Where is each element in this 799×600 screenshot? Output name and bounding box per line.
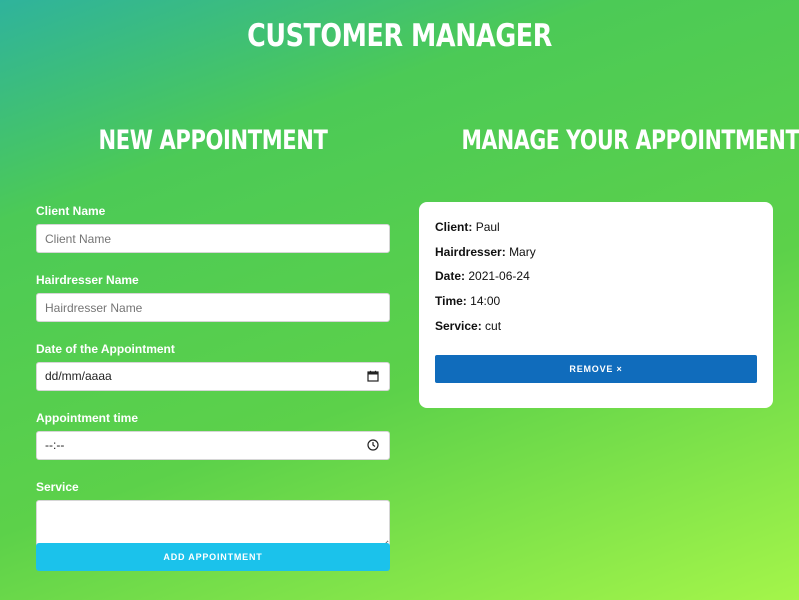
time-group: Appointment time --:-- [36, 411, 390, 460]
appointment-client: Client: Paul [435, 220, 757, 234]
calendar-icon[interactable] [367, 370, 379, 382]
new-appointment-title: NEW APPOINTMENT [98, 125, 328, 156]
appointment-card: Client: Paul Hairdresser: Mary Date: 202… [419, 202, 773, 408]
add-appointment-button[interactable]: ADD APPOINTMENT [36, 543, 390, 571]
time-input[interactable]: --:-- [36, 431, 390, 460]
time-label: Appointment time [36, 411, 138, 425]
appointment-time-label: Time: [435, 294, 467, 309]
client-name-group: Client Name [36, 204, 390, 253]
client-name-input[interactable] [36, 224, 390, 253]
client-name-label: Client Name [36, 204, 106, 218]
appointment-client-value: Paul [475, 220, 500, 234]
appointment-service-value: cut [485, 318, 502, 333]
manage-appointments-title: MANAGE YOUR APPOINTMENTS [461, 125, 799, 156]
appointment-hairdresser: Hairdresser: Mary [435, 245, 757, 259]
appointment-hairdresser-label: Hairdresser: [435, 244, 506, 259]
appointment-date-value: 2021-06-24 [468, 269, 530, 284]
date-label: Date of the Appointment [36, 342, 175, 356]
appointment-client-label: Client: [435, 220, 473, 234]
service-group: Service [36, 480, 390, 550]
appointment-service-label: Service: [435, 318, 482, 333]
date-group: Date of the Appointment dd/mm/aaaa [36, 342, 390, 391]
appointment-service: Service: cut [435, 319, 757, 333]
appointment-date-label: Date: [435, 269, 466, 284]
hairdresser-name-label: Hairdresser Name [36, 273, 139, 287]
app-title: CUSTOMER MANAGER [247, 18, 552, 54]
date-input[interactable]: dd/mm/aaaa [36, 362, 390, 391]
hairdresser-name-input[interactable] [36, 293, 390, 322]
appointment-time-value: 14:00 [470, 294, 501, 309]
remove-appointment-button[interactable]: REMOVE × [435, 355, 757, 383]
time-input-value: --:-- [45, 438, 65, 452]
appointment-date: Date: 2021-06-24 [435, 269, 757, 283]
service-label: Service [36, 480, 79, 494]
appointment-hairdresser-value: Mary [509, 244, 536, 259]
date-input-value: dd/mm/aaaa [45, 369, 112, 383]
hairdresser-name-group: Hairdresser Name [36, 273, 390, 322]
appointment-time: Time: 14:00 [435, 294, 757, 308]
clock-icon[interactable] [367, 439, 379, 451]
new-appointment-form: Client Name Hairdresser Name Date of the… [36, 204, 390, 570]
